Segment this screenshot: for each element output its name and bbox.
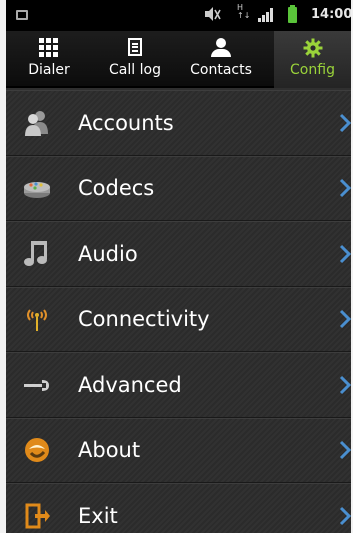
- chevron-right-icon: [339, 441, 351, 460]
- tab-dialer[interactable]: Dialer: [6, 31, 92, 88]
- status-bar: H ↑↓ 14:00: [6, 0, 351, 31]
- menu-item-label: About: [78, 438, 141, 463]
- menu-item-label: Audio: [78, 241, 138, 266]
- battery-icon: [288, 5, 297, 23]
- network-type-icon: H ↑↓: [237, 3, 251, 20]
- signal-strength-icon: [258, 8, 274, 22]
- mute-icon: [203, 5, 221, 27]
- about-icon: [22, 435, 52, 465]
- tab-call-log[interactable]: Call log: [92, 31, 178, 88]
- notification-icon: [16, 10, 28, 20]
- menu-item-exit[interactable]: Exit: [6, 483, 351, 533]
- contacts-icon: [209, 38, 233, 58]
- menu-item-label: Exit: [78, 503, 118, 528]
- chevron-right-icon: [339, 375, 351, 394]
- tab-config[interactable]: Config: [274, 31, 351, 88]
- clock: 14:00: [311, 7, 351, 22]
- exit-icon: [22, 501, 52, 531]
- menu-item-accounts[interactable]: Accounts: [6, 90, 351, 156]
- accounts-icon: [22, 108, 52, 138]
- menu-item-connectivity[interactable]: Connectivity: [6, 286, 351, 352]
- tab-label: Config: [290, 62, 335, 78]
- menu-item-label: Accounts: [78, 110, 174, 135]
- menu-item-label: Advanced: [78, 372, 182, 397]
- chevron-right-icon: [339, 244, 351, 263]
- chevron-right-icon: [339, 506, 351, 525]
- chevron-right-icon: [339, 113, 351, 132]
- chevron-right-icon: [339, 179, 351, 198]
- antenna-icon: [22, 304, 52, 334]
- tab-label: Dialer: [28, 62, 70, 78]
- menu-item-advanced[interactable]: Advanced: [6, 352, 351, 418]
- tab-bar: Dialer Call log Contacts Config: [6, 31, 351, 88]
- menu-item-label: Codecs: [78, 176, 155, 201]
- music-note-icon: [22, 239, 52, 269]
- chevron-right-icon: [339, 310, 351, 329]
- tab-label: Contacts: [190, 62, 252, 78]
- wrench-icon: [22, 370, 52, 400]
- network-type-label: H: [237, 3, 244, 12]
- menu-item-audio[interactable]: Audio: [6, 221, 351, 287]
- phone-screen: H ↑↓ 14:00 Dialer Call log Contacts Conf…: [6, 0, 351, 533]
- tab-label: Call log: [109, 62, 161, 78]
- config-menu: Accounts Codecs Audio Connectivity Advan…: [6, 90, 351, 533]
- call-log-icon: [128, 38, 142, 56]
- menu-item-codecs[interactable]: Codecs: [6, 155, 351, 221]
- menu-item-label: Connectivity: [78, 307, 210, 332]
- codecs-icon: [22, 173, 52, 203]
- gear-icon: [303, 38, 323, 62]
- dialpad-icon: [39, 38, 59, 57]
- menu-item-about[interactable]: About: [6, 417, 351, 483]
- tab-contacts[interactable]: Contacts: [178, 31, 264, 88]
